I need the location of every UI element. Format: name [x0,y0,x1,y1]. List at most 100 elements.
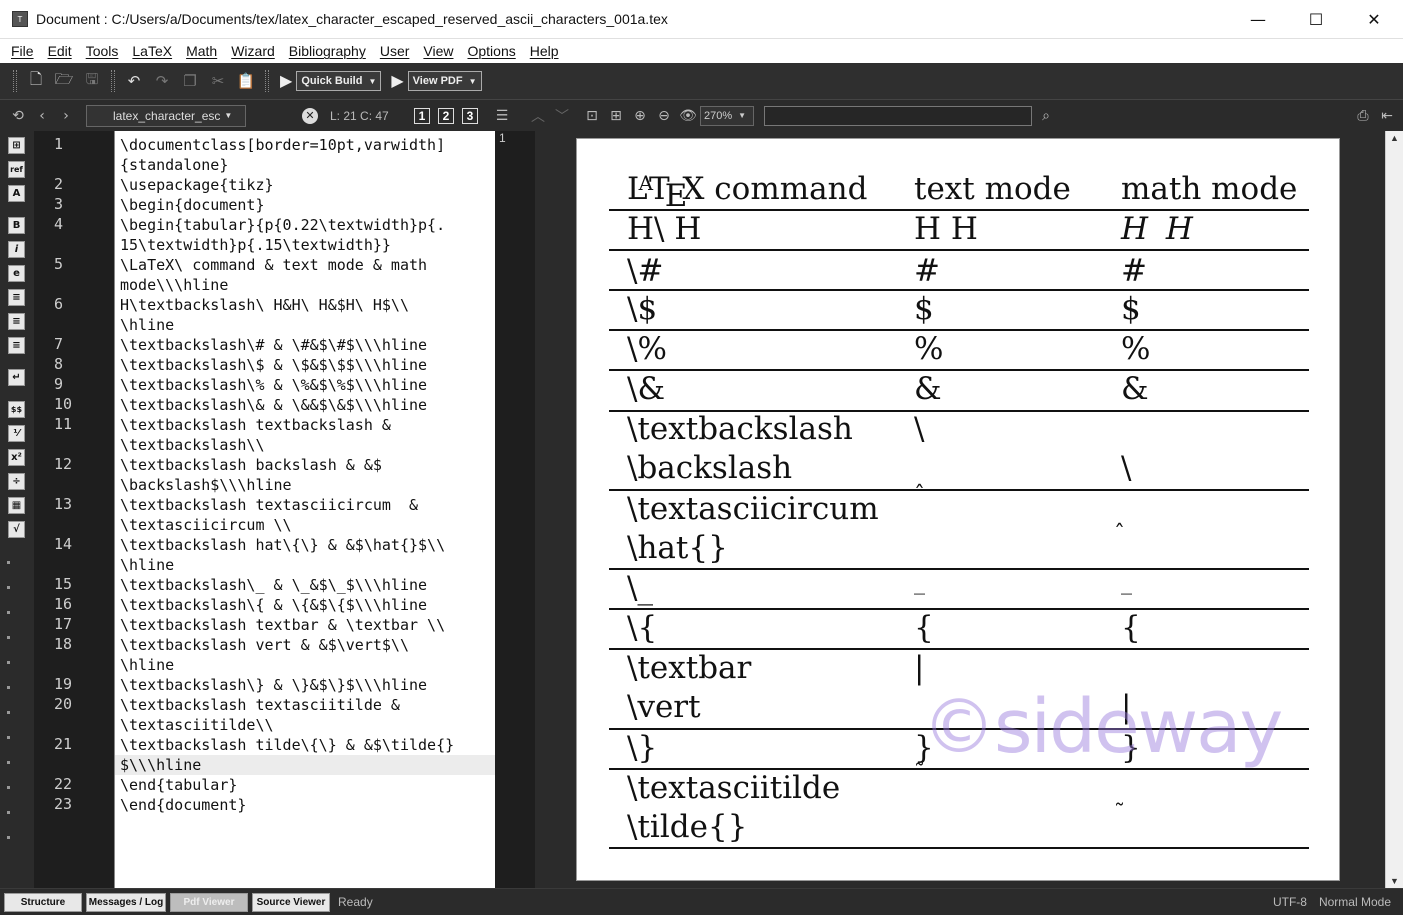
italic-icon[interactable]: i [8,241,25,258]
minimize-button[interactable]: — [1229,0,1287,39]
menu-file[interactable]: File [4,39,41,63]
menu-wizard[interactable]: Wizard [224,39,282,63]
line-number: 2 [54,175,64,193]
source-viewer-tab[interactable]: Source Viewer [252,892,330,912]
code-line: mode\\\hline [120,276,229,294]
cell-command: \_ [627,570,653,606]
superscript-icon[interactable]: x² [8,449,25,466]
close-document-icon[interactable]: ✕ [302,107,318,124]
menu-view[interactable]: View [416,39,460,63]
status-encoding: UTF-8 [1272,895,1307,909]
new-file-icon[interactable]: 🗋 [25,70,47,92]
math-dollar-icon[interactable]: $$ [8,401,25,418]
emph-icon[interactable]: e [8,265,25,282]
view-2-button[interactable]: 2 [438,107,454,124]
pdf-viewer-tab[interactable]: Pdf Viewer [170,892,248,912]
cell-command: \textasciicircum [627,491,879,527]
open-file-icon[interactable]: 🗁 [53,70,75,92]
cell-math: & [1121,371,1149,407]
zoom-out-icon[interactable]: ⊖ [654,106,674,126]
cut-icon[interactable]: ✂ [207,70,229,92]
menu-tools[interactable]: Tools [79,39,126,63]
cell-command: \hat{} [627,530,728,566]
code-line: \textbackslash\\ [120,436,265,454]
code-line: \end{document} [120,796,247,814]
quick-build-select[interactable]: Quick Build ▼ [296,71,382,91]
dock-icon[interactable]: ⇤ [1377,106,1397,126]
align-left-icon[interactable]: ≡ [8,289,25,306]
cell-math: _ [1121,570,1132,595]
back-icon[interactable]: ‹ [32,106,52,126]
print-icon[interactable]: ⎙ [1353,106,1373,126]
align-right-icon[interactable]: ≡ [8,337,25,354]
sidebar-dot [7,761,10,764]
structure-tab[interactable]: Structure [4,892,82,912]
copy-icon[interactable]: ❐ [179,70,201,92]
chevron-down-icon: ▼ [468,76,477,86]
frac-icon[interactable]: ⅟ [8,425,25,442]
redo-icon[interactable]: ↷ [151,70,173,92]
fontsize-icon[interactable]: A [8,185,25,202]
scroll-down-icon[interactable]: ▼ [1390,876,1399,886]
forward-icon[interactable]: › [56,106,76,126]
code-line: \textasciicircum \\ [120,516,292,534]
menu-bibliography[interactable]: Bibliography [282,39,373,63]
search-icon[interactable]: ⌕ [1036,106,1056,126]
line-number: 6 [54,295,64,313]
undo-icon[interactable]: ↶ [123,70,145,92]
table-rule [609,369,1309,371]
fit-page-icon[interactable]: ⊞ [606,106,626,126]
line-number: 21 [54,735,73,753]
line-number: 4 [54,215,64,233]
newline-icon[interactable]: ↵ [8,369,25,386]
menu-options[interactable]: Options [460,39,522,63]
view-pdf-select[interactable]: View PDF ▼ [407,71,482,91]
messages-log-tab[interactable]: Messages / Log [86,892,166,912]
cell-math: \ [1121,450,1132,486]
close-button[interactable]: ✕ [1345,0,1403,39]
divide-icon[interactable]: ÷ [8,473,25,490]
line-number: 11 [54,415,73,433]
structure-icon[interactable]: ⊞ [8,137,25,154]
pdf-scrollbar[interactable]: ▲ ▼ [1385,131,1403,888]
bold-icon[interactable]: B [8,217,25,234]
code-line: \textbackslash hat\{\} & &$\hat{}$\\ [120,536,446,554]
structure-toggle-icon[interactable]: ☰ [492,106,512,126]
line-number: 17 [54,615,73,633]
run-icon[interactable]: ▶ [280,71,292,91]
scroll-up-icon[interactable]: ▲ [1390,133,1399,143]
open-files-select[interactable]: latex_character_esc ▼ [86,104,246,127]
maximize-button[interactable]: ☐ [1287,0,1345,39]
view-3-button[interactable]: 3 [462,107,478,124]
zoom-in-icon[interactable]: ⊕ [630,106,650,126]
menu-latex[interactable]: LaTeX [125,39,179,63]
sqrt-icon[interactable]: √ [8,521,25,538]
code-line: \textbackslash\& & \&&$\&$\\\hline [120,396,428,414]
menu-user[interactable]: User [373,39,417,63]
sidebar-dot [7,686,10,689]
page-up-icon[interactable]: ︿ [528,106,548,126]
menu-math[interactable]: Math [179,39,224,63]
align-center-icon[interactable]: ≡ [8,313,25,330]
matrix-icon[interactable]: ▦ [8,497,25,514]
fit-width-icon[interactable]: ⊡ [582,106,602,126]
zoom-select[interactable]: 270% ▼ [700,105,754,126]
page-down-icon[interactable]: ﹀ [552,106,572,126]
menu-edit[interactable]: Edit [41,39,79,63]
sync-icon[interactable]: ⟲ [8,106,28,126]
save-icon[interactable]: 🖫 [81,70,103,92]
magnifier-eye-icon[interactable]: 👁 [678,106,698,126]
paste-icon[interactable]: 📋 [235,70,257,92]
code-line: \textbackslash\$ & \$&$\$$\\\hline [120,356,428,374]
view-icon[interactable]: ▶ [391,71,403,91]
header-latex-command: LATEX command [627,171,867,214]
cell-command: \textasciitilde [627,770,841,806]
secondary-toolbar: ⟲ ‹ › latex_character_esc ▼ ✕ L: 21 C: 47… [0,100,1403,131]
source-editor[interactable]: \documentclass[border=10pt,varwidth] {st… [114,131,495,888]
menu-help[interactable]: Help [523,39,566,63]
pdf-viewer[interactable]: LATEX command text mode math mode H\ H H… [535,131,1385,888]
pdf-search-input[interactable] [764,105,1032,126]
quick-build-label: Quick Build [301,75,363,87]
ref-icon[interactable]: ref [8,161,25,178]
view-1-button[interactable]: 1 [414,107,430,124]
